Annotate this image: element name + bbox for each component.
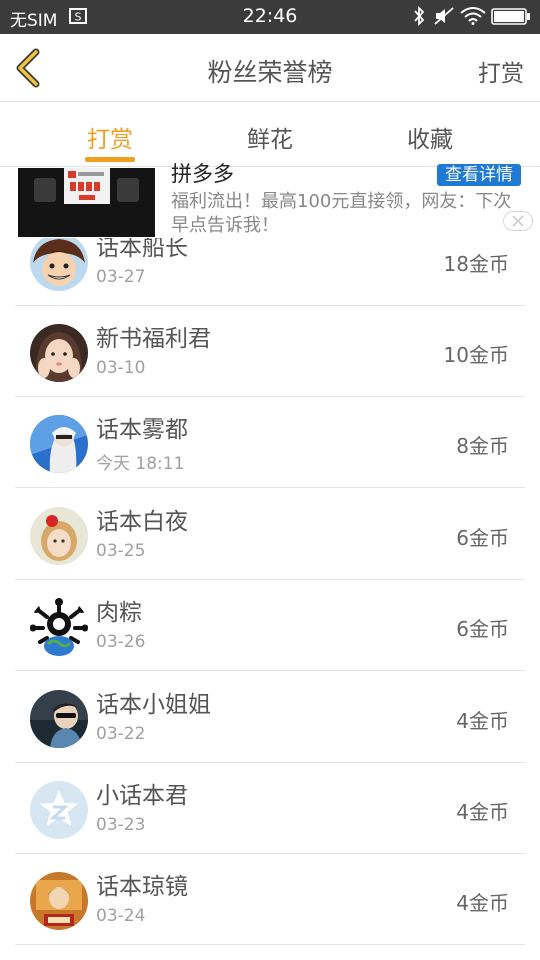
user-name: 话本琼镜 [96, 874, 188, 900]
page-title: 粉丝荣誉榜 [207, 58, 333, 87]
coin-count: 6金币 [456, 617, 509, 641]
ad-close-button[interactable] [503, 211, 533, 231]
user-date: 03-22 [96, 724, 146, 744]
avatar [30, 598, 88, 656]
coin-count: 4金币 [456, 709, 509, 733]
list-item[interactable]: 话本白夜 03-25 6金币 [15, 489, 525, 580]
user-date: 03-26 [96, 632, 146, 652]
user-date: 今天 18:11 [96, 454, 185, 474]
coin-count: 4金币 [456, 800, 509, 824]
fan-list: 话本船长 03-27 18金币 新书福利君 03-10 10金币 话本雾都 今天… [0, 168, 540, 960]
user-name: 小话本君 [96, 783, 188, 809]
user-name: 话本小姐姐 [96, 692, 211, 718]
coin-count: 4金币 [456, 891, 509, 915]
ad-thumbnail [18, 168, 155, 237]
user-date: 03-24 [96, 906, 146, 926]
user-name: 新书福利君 [96, 326, 211, 352]
battery-icon [491, 8, 530, 25]
tab-bar: 打赏 鲜花 收藏 [0, 103, 540, 167]
list-item[interactable]: 话本小姐姐 03-22 4金币 [15, 672, 525, 763]
user-date: 03-10 [96, 358, 146, 378]
wifi-icon [460, 7, 486, 25]
list-item[interactable]: 新书福利君 03-10 10金币 [15, 306, 525, 397]
status-bar: 无SIM S 22:46 [0, 0, 540, 34]
bluetooth-icon [414, 6, 425, 26]
user-date: 03-25 [96, 541, 146, 561]
mute-icon [434, 7, 454, 25]
coin-count: 18金币 [443, 252, 509, 276]
coin-count: 10金币 [443, 343, 509, 367]
list-item[interactable]: 小话本君 03-23 4金币 [15, 763, 525, 854]
user-name: 话本白夜 [96, 509, 188, 535]
list-item[interactable]: 话本琼镜 03-24 4金币 [15, 854, 525, 945]
title-bar: 粉丝荣誉榜 打赏 [0, 34, 540, 102]
avatar [30, 690, 88, 748]
user-name: 肉粽 [96, 600, 142, 626]
user-date: 03-23 [96, 815, 146, 835]
avatar [30, 781, 88, 839]
user-name: 话本雾都 [96, 417, 188, 443]
tab-favorites[interactable]: 收藏 [370, 120, 490, 154]
coin-count: 8金币 [456, 434, 509, 458]
avatar [30, 507, 88, 565]
avatar [30, 872, 88, 930]
close-icon [512, 215, 524, 227]
ad-banner[interactable]: 拼多多 查看详情 福利流出！最高100元直接领，网友：下次早点告诉我！ [0, 162, 540, 238]
ad-title: 拼多多 [171, 162, 234, 186]
clock: 22:46 [242, 5, 298, 27]
ad-description: 福利流出！最高100元直接领，网友：下次早点告诉我！ [171, 191, 512, 236]
avatar [30, 415, 88, 473]
ad-details-button[interactable]: 查看详情 [437, 164, 521, 186]
list-item[interactable]: 肉粽 03-26 6金币 [15, 580, 525, 671]
avatar [30, 324, 88, 382]
tab-reward[interactable]: 打赏 [50, 120, 170, 154]
reward-button[interactable]: 打赏 [478, 54, 524, 88]
user-date: 03-27 [96, 267, 146, 287]
avatar [30, 233, 88, 291]
active-tab-indicator [85, 157, 135, 162]
coin-count: 6金币 [456, 526, 509, 550]
list-item[interactable]: 话本雾都 今天 18:11 8金币 [15, 397, 525, 488]
tab-flowers[interactable]: 鲜花 [210, 120, 330, 154]
